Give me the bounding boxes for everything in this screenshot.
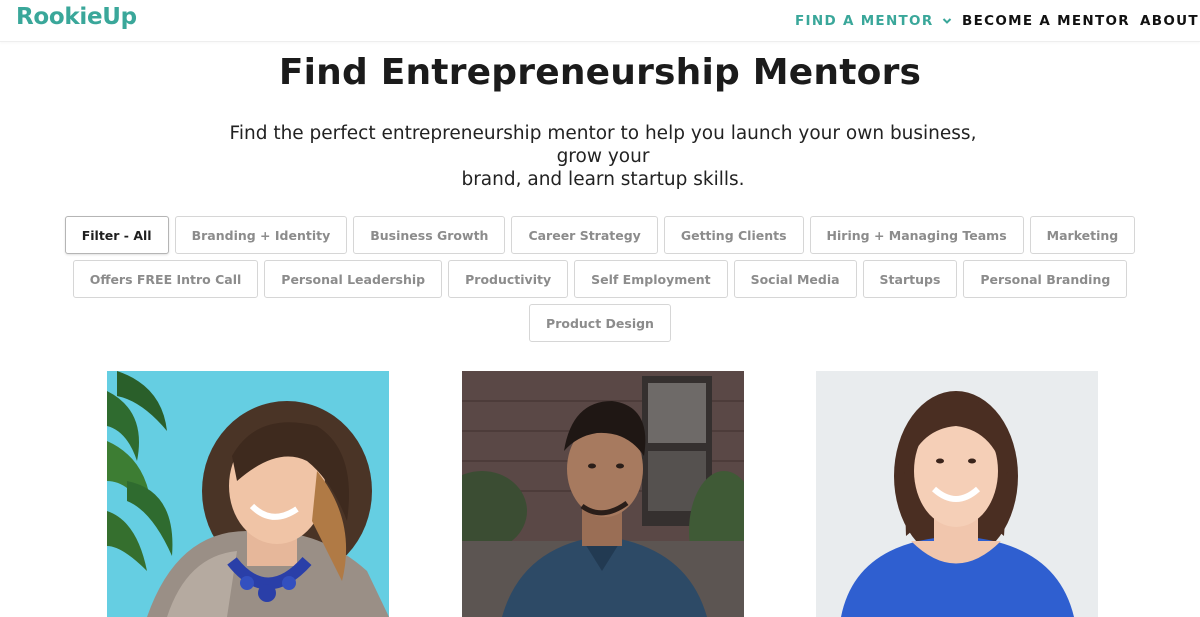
page-subtitle: Find the perfect entrepreneurship mentor… (225, 122, 981, 191)
filter-row-3: Product Design (0, 304, 1200, 342)
filter-career-strategy-button[interactable]: Career Strategy (511, 216, 658, 254)
nav-become-a-mentor[interactable]: BECOME A MENTOR (962, 13, 1130, 29)
filter-personal-branding-button[interactable]: Personal Branding (963, 260, 1128, 298)
site-header: RookieUp FIND A MENTOR BECOME A MENTOR A… (0, 0, 1200, 42)
subtitle-line-1: Find the perfect entrepreneurship mentor… (229, 123, 977, 167)
filter-branding-identity-button[interactable]: Branding + Identity (174, 216, 348, 254)
mentor-card-1[interactable] (107, 371, 389, 617)
filter-productivity-button[interactable]: Productivity (448, 260, 569, 298)
filter-personal-leadership-button[interactable]: Personal Leadership (264, 260, 443, 298)
filter-startups-button[interactable]: Startups (862, 260, 958, 298)
filter-social-media-button[interactable]: Social Media (733, 260, 857, 298)
filter-product-design-button[interactable]: Product Design (529, 304, 671, 342)
filter-self-employment-button[interactable]: Self Employment (574, 260, 728, 298)
filter-row-2: Offers FREE Intro Call Personal Leadersh… (0, 260, 1200, 298)
filter-free-intro-call-button[interactable]: Offers FREE Intro Call (72, 260, 259, 298)
subtitle-line-2: brand, and learn startup skills. (461, 169, 745, 190)
mentor-photo-1 (107, 371, 389, 617)
filter-hiring-managing-teams-button[interactable]: Hiring + Managing Teams (809, 216, 1024, 254)
site-logo[interactable]: RookieUp (16, 4, 137, 30)
page-title: Find Entrepreneurship Mentors (278, 52, 922, 93)
mentor-card-3[interactable] (816, 371, 1098, 617)
filter-business-growth-button[interactable]: Business Growth (353, 216, 506, 254)
filter-row-1: Filter - All Branding + Identity Busines… (0, 216, 1200, 254)
mentor-card-2[interactable] (462, 371, 744, 617)
mentor-photo-2 (462, 371, 744, 617)
nav-find-a-mentor-label: FIND A MENTOR (795, 13, 934, 29)
nav-about[interactable]: ABOUT (1140, 13, 1199, 29)
filter-marketing-button[interactable]: Marketing (1029, 216, 1136, 254)
chevron-down-icon (942, 18, 951, 24)
filter-group: Filter - All Branding + Identity Busines… (0, 216, 1200, 348)
filter-all-button[interactable]: Filter - All (64, 216, 169, 254)
nav-find-a-mentor[interactable]: FIND A MENTOR (795, 13, 952, 29)
filter-getting-clients-button[interactable]: Getting Clients (663, 216, 804, 254)
mentor-photo-3 (816, 371, 1098, 617)
